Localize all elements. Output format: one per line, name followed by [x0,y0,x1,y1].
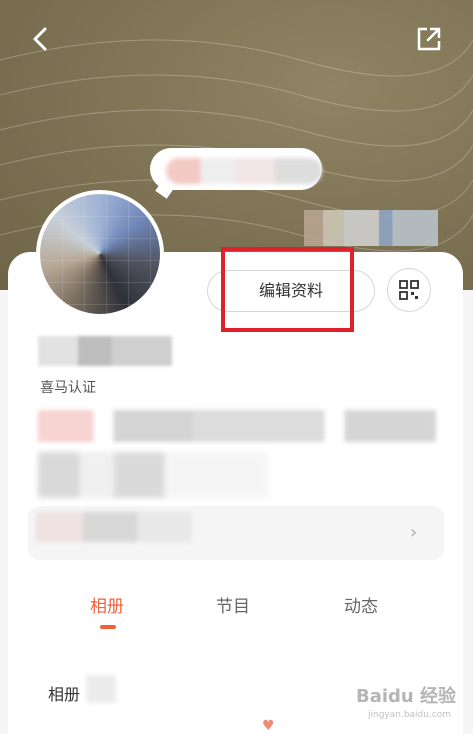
bio-blurred [38,452,268,498]
back-button[interactable] [26,24,56,54]
profile-tabs: 相册 节目 动态 [28,592,444,632]
tab-album[interactable]: 相册 [90,592,124,617]
chevron-left-icon [33,27,47,51]
stats-blurred [38,410,436,442]
avatar-mosaic [40,194,160,314]
album-title-blurred [86,675,116,703]
verification-label: 喜马认证 [40,380,96,396]
username-blurred [38,336,172,366]
avatar[interactable] [36,190,164,318]
highlight-box [221,247,354,332]
qrcode-button[interactable] [387,268,431,312]
chevron-right-icon: › [410,522,418,543]
album-title: 相册 [48,685,81,704]
share-button[interactable] [416,26,442,52]
tab-moments[interactable]: 动态 [344,592,378,617]
share-out-icon [417,27,441,51]
tab-programs[interactable]: 节目 [216,592,250,617]
info-bar-blurred-text [36,512,192,542]
watermark: Baidu 经验 [356,686,457,707]
heart-icon: ♥ [262,718,275,734]
status-bubble-blurred-text [166,158,322,184]
blurred-badges [304,210,438,246]
qrcode-icon [399,280,419,300]
active-tab-indicator [100,625,116,629]
watermark-url: jingyan.baidu.com [368,710,452,720]
